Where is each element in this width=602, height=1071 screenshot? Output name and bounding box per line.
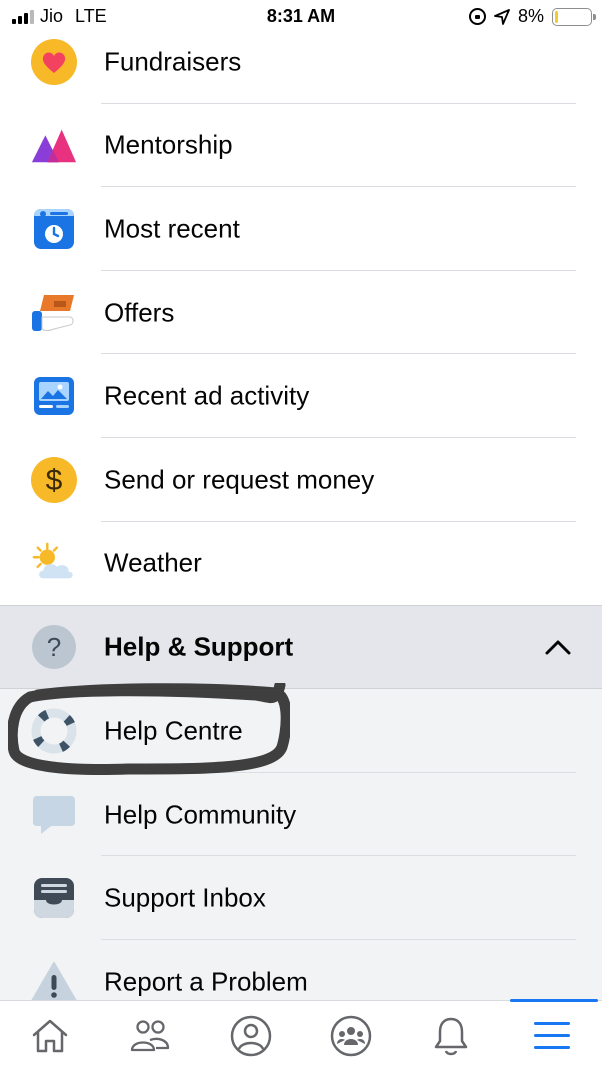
menu-list: Fundraisers Mentorship Most recent Offer…	[0, 20, 602, 1024]
dollar-icon: $	[30, 456, 78, 504]
menu-item-label: Weather	[104, 547, 202, 578]
menu-item-recent-ad-activity[interactable]: Recent ad activity	[0, 354, 602, 438]
chat-bubble-icon	[30, 791, 78, 839]
nav-friends[interactable]	[100, 1001, 200, 1071]
lifebuoy-icon	[30, 707, 78, 755]
profile-icon	[230, 1015, 272, 1057]
nav-menu[interactable]	[502, 999, 602, 1071]
menu-item-support-inbox[interactable]: Support Inbox	[0, 856, 602, 940]
offers-icon	[30, 289, 78, 337]
groups-icon	[330, 1015, 372, 1057]
menu-item-label: Most recent	[104, 213, 240, 244]
menu-item-weather[interactable]: Weather	[0, 522, 602, 606]
svg-text:?: ?	[47, 632, 61, 662]
menu-item-label: Recent ad activity	[104, 380, 310, 411]
bell-icon	[435, 1017, 468, 1056]
warning-icon	[30, 958, 78, 1006]
help-support-items: Help Centre Help Community Support Inbox…	[0, 689, 602, 1024]
section-title: Help & Support	[104, 631, 294, 662]
nav-profile[interactable]	[201, 1001, 301, 1071]
menu-item-label: Support Inbox	[104, 882, 266, 913]
menu-item-label: Fundraisers	[104, 46, 242, 77]
menu-item-mentorship[interactable]: Mentorship	[0, 104, 602, 188]
menu-item-label: Help Centre	[104, 715, 243, 746]
bottom-nav	[0, 999, 602, 1071]
help-support-section[interactable]: ? Help & Support	[0, 605, 602, 690]
menu-item-label: Send or request money	[104, 464, 375, 495]
hamburger-icon	[533, 1022, 570, 1049]
menu-item-label: Report a Problem	[104, 966, 308, 997]
ad-activity-icon	[30, 372, 78, 420]
nav-notifications[interactable]	[401, 1001, 501, 1071]
most-recent-icon	[30, 205, 78, 253]
question-icon: ?	[30, 623, 78, 671]
menu-item-send-money[interactable]: $ Send or request money	[0, 438, 602, 522]
nav-groups[interactable]	[301, 1001, 401, 1071]
weather-icon	[30, 539, 78, 587]
friends-icon	[131, 1020, 170, 1052]
inbox-icon	[30, 874, 78, 922]
menu-item-offers[interactable]: Offers	[0, 271, 602, 355]
menu-item-label: Offers	[104, 297, 175, 328]
menu-item-most-recent[interactable]: Most recent	[0, 187, 602, 271]
svg-text:$: $	[46, 464, 63, 497]
heart-icon	[30, 38, 78, 86]
home-icon	[32, 1019, 68, 1053]
menu-item-label: Mentorship	[104, 129, 233, 160]
menu-item-help-community[interactable]: Help Community	[0, 773, 602, 857]
nav-home[interactable]	[0, 1001, 100, 1071]
menu-item-label: Help Community	[104, 799, 297, 830]
chevron-up-icon[interactable]	[544, 633, 572, 661]
menu-item-help-centre[interactable]: Help Centre	[0, 689, 602, 773]
mentorship-icon	[30, 121, 78, 169]
menu-item-fundraisers[interactable]: Fundraisers	[0, 20, 602, 104]
